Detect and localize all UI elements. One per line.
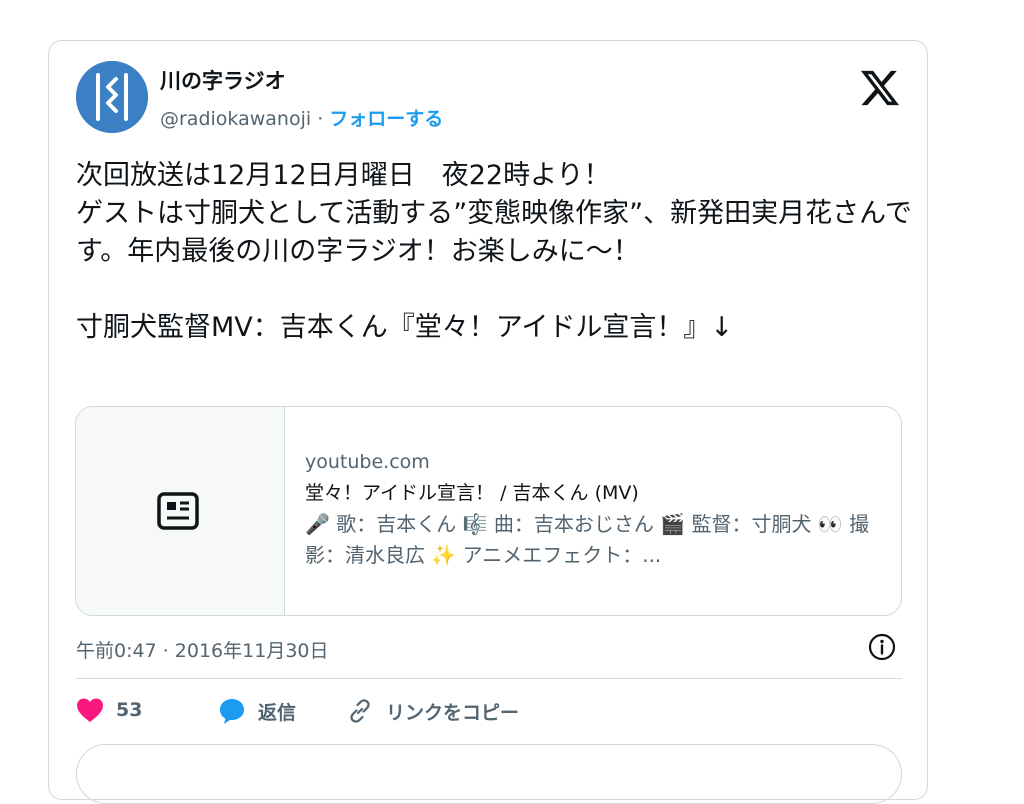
link-title: 堂々！アイドル宣言！ / 吉本くん (MV) — [305, 482, 639, 504]
reply-button[interactable]: 返信 — [218, 697, 296, 725]
link-thumbnail — [76, 407, 285, 615]
speech-bubble-icon — [220, 699, 244, 724]
like-button[interactable]: 53 — [76, 697, 142, 723]
article-icon — [157, 492, 199, 530]
follow-button[interactable]: フォローする — [329, 108, 443, 130]
link-preview-body: youtube.com 堂々！アイドル宣言！ / 吉本くん (MV) 🎤 歌：吉… — [305, 447, 885, 571]
author-name[interactable]: 川の字ラジオ — [160, 65, 286, 95]
avatar[interactable] — [76, 61, 148, 133]
separator-dot: · — [317, 108, 324, 130]
divider — [76, 678, 902, 679]
author-handle[interactable]: @radiokawanoji — [160, 108, 311, 130]
link-domain: youtube.com — [305, 451, 430, 473]
read-more-button[interactable] — [76, 744, 902, 804]
link-description: 🎤 歌：吉本くん 🎼 曲：吉本おじさん 🎬 監督：寸胴犬 👀 撮影：清水良広 ✨… — [305, 512, 870, 567]
embedded-tweet-card: 川の字ラジオ @radiokawanoji · フォローする 次回放送は12月1… — [48, 40, 928, 804]
link-icon — [350, 699, 370, 723]
author-handle-row: @radiokawanoji · フォローする — [160, 104, 443, 131]
x-logo-icon[interactable] — [861, 69, 899, 107]
avatar-logo — [76, 61, 148, 133]
tweet-timestamp[interactable]: 午前0:47 · 2016年11月30日 — [76, 636, 329, 663]
link-preview-card[interactable]: youtube.com 堂々！アイドル宣言！ / 吉本くん (MV) 🎤 歌：吉… — [75, 406, 902, 616]
reply-label: 返信 — [258, 701, 297, 724]
info-icon[interactable] — [867, 632, 897, 662]
copy-link-label: リンクをコピー — [386, 701, 520, 724]
copy-link-button[interactable]: リンクをコピー — [346, 697, 519, 725]
heart-icon — [77, 698, 103, 722]
like-count: 53 — [116, 699, 143, 721]
tweet-text: 次回放送は12月12日月曜日 夜22時より！ ゲストは寸胴犬として活動する”変態… — [76, 160, 912, 343]
